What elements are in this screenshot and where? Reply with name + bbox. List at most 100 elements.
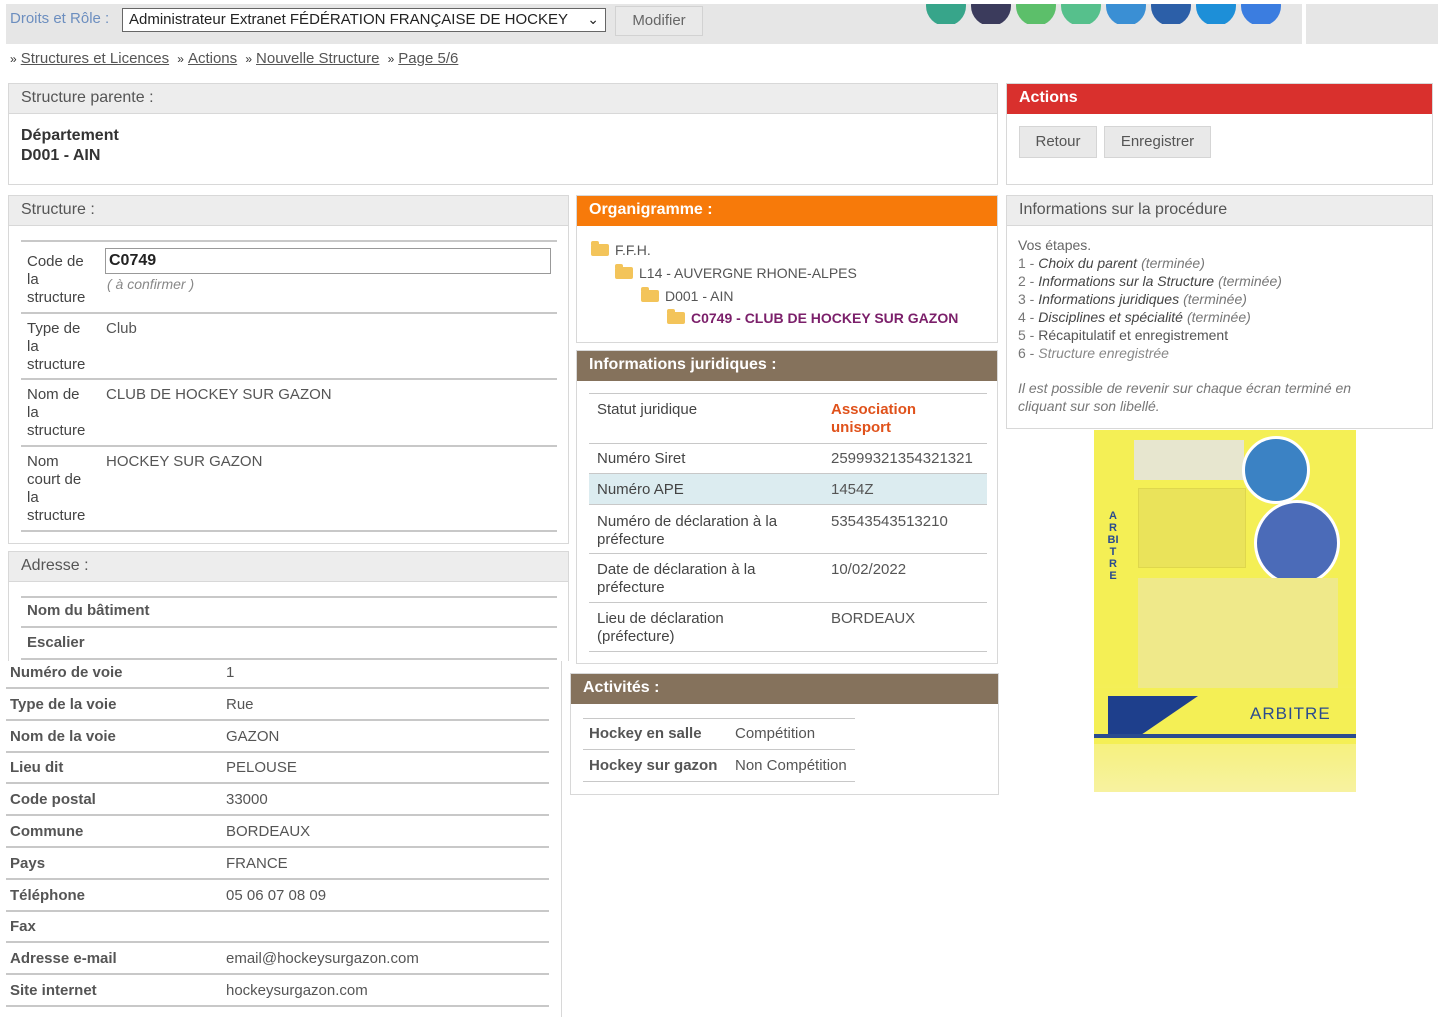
search-icon[interactable] (926, 4, 966, 24)
row-divider (583, 749, 855, 750)
org-item-label: C0749 - CLUB DE HOCKEY SUR GAZON (691, 310, 959, 326)
step-label: Informations juridiques (1038, 291, 1180, 307)
breadcrumb-page[interactable]: Page 5/6 (398, 50, 458, 67)
poster-footer-line (1094, 734, 1356, 738)
row-divider (583, 781, 855, 782)
row-divider (583, 718, 855, 719)
row-divider (21, 626, 557, 628)
address-field-label: Adresse e-mail (10, 950, 117, 967)
procedure-step[interactable]: 3 - Informations juridiques (terminée) (1018, 291, 1247, 307)
address-field-label: Pays (10, 855, 46, 872)
code-label: Code de la structure (27, 253, 86, 306)
address-title: Adresse : (9, 552, 568, 582)
address-field-value: 1 (226, 664, 235, 681)
declaration-number-label: Numéro de déclaration à la préfecture (597, 513, 778, 548)
row-divider (6, 1005, 549, 1007)
save-button[interactable]: Enregistrer (1104, 126, 1211, 158)
address-field-value: Rue (226, 696, 254, 713)
address-field-label: Lieu dit (10, 759, 64, 776)
activities-panel: Activités : Hockey en salle Compétition … (570, 673, 999, 795)
step-label: Récapitulatif et enregistrement (1038, 327, 1229, 343)
org-item-league[interactable]: L14 - AUVERGNE RHONE-ALPES (615, 264, 857, 281)
breadcrumb-new-structure[interactable]: Nouvelle Structure (256, 50, 379, 67)
breadcrumb-structures[interactable]: Structures et Licences (21, 50, 169, 67)
org-item-ffh[interactable]: F.F.H. (591, 241, 651, 258)
user-icon[interactable] (971, 4, 1011, 24)
address-field-label: Téléphone (10, 887, 86, 904)
stair-label: Escalier (27, 634, 85, 651)
actions-panel: Actions Retour Enregistrer (1006, 83, 1433, 185)
step-number: 5 - (1018, 327, 1039, 343)
role-select[interactable]: Administrateur Extranet FÉDÉRATION FRANÇ… (122, 8, 606, 32)
step-state: (terminée) (1141, 255, 1205, 271)
facebook-icon[interactable] (1151, 4, 1191, 24)
row-divider (21, 240, 557, 242)
address-field-value: FRANCE (226, 855, 288, 872)
actions-title: Actions (1007, 84, 1432, 114)
building-label: Nom du bâtiment (27, 602, 150, 619)
row-divider (6, 910, 549, 912)
address-field-value: GAZON (226, 728, 280, 745)
row-divider (21, 596, 557, 598)
step-number: 6 - (1018, 345, 1039, 361)
twitter-icon[interactable] (1196, 4, 1236, 24)
row-divider (21, 378, 557, 380)
name-value: CLUB DE HOCKEY SUR GAZON (106, 386, 332, 403)
poster-header-block (1134, 440, 1244, 480)
mail-icon[interactable] (1106, 4, 1146, 24)
row-divider (6, 973, 549, 975)
address-field-label: Commune (10, 823, 84, 840)
breadcrumb-separator: » (245, 52, 253, 66)
row-divider (21, 658, 557, 660)
org-item-club[interactable]: C0749 - CLUB DE HOCKEY SUR GAZON (667, 309, 959, 326)
poster-footer-title: ARBITRE (1250, 704, 1331, 723)
org-item-label: L14 - AUVERGNE RHONE-ALPES (639, 265, 857, 281)
procedure-step[interactable]: 2 - Informations sur la Structure (termin… (1018, 273, 1282, 289)
legal-panel: Informations juridiques : Statut juridiq… (576, 350, 998, 664)
step-state: (terminée) (1183, 291, 1247, 307)
poster-image[interactable]: ARBITRE ARBITRE (1094, 430, 1356, 792)
settings-icon[interactable] (1061, 4, 1101, 24)
row-divider (6, 878, 549, 880)
row-divider (6, 941, 549, 943)
modify-button[interactable]: Modifier (615, 6, 703, 36)
parent-structure-title: Structure parente : (9, 84, 997, 114)
role-select-value: Administrateur Extranet FÉDÉRATION FRANÇ… (129, 11, 568, 28)
org-item-department[interactable]: D001 - AIN (641, 287, 733, 304)
declaration-number-value: 53543543513210 (831, 513, 948, 530)
address-field-label: Type de la voie (10, 696, 117, 713)
step-number: 4 - (1018, 309, 1039, 325)
procedure-step[interactable]: 4 - Disciplines et spécialité (terminée) (1018, 309, 1251, 325)
instagram-icon[interactable] (1241, 4, 1281, 24)
ape-value: 1454Z (831, 481, 874, 498)
activity-value: Compétition (735, 725, 816, 742)
shop-icon[interactable] (1016, 4, 1056, 24)
row-divider (589, 553, 987, 554)
siret-label: Numéro Siret (597, 450, 686, 467)
procedure-step[interactable]: 6 - Structure enregistrée (1018, 345, 1173, 361)
folder-icon (615, 264, 633, 279)
top-bar-right (1306, 4, 1438, 44)
code-hint: ( à confirmer ) (107, 276, 195, 292)
procedure-step[interactable]: 5 - Récapitulatif et enregistrement (1018, 327, 1232, 343)
ape-label: Numéro APE (597, 481, 684, 498)
step-number: 3 - (1018, 291, 1039, 307)
address-field-value: email@hockeysurgazon.com (226, 950, 419, 967)
short-name-label: Nom court de la structure (27, 453, 86, 524)
legal-title: Informations juridiques : (577, 351, 997, 381)
procedure-step[interactable]: 1 - Choix du parent (terminée) (1018, 255, 1205, 271)
address-field-label: Fax (10, 918, 36, 935)
folder-icon (641, 287, 659, 302)
row-divider (6, 687, 549, 689)
poster-text-block (1138, 578, 1338, 688)
code-input[interactable]: C0749 (105, 248, 551, 274)
back-button[interactable]: Retour (1019, 126, 1097, 158)
activity-label: Hockey sur gazon (589, 757, 718, 774)
row-divider (589, 393, 987, 394)
short-name-value: HOCKEY SUR GAZON (106, 453, 263, 470)
structure-title: Structure : (9, 196, 568, 226)
breadcrumb-actions[interactable]: Actions (188, 50, 237, 67)
statut-label: Statut juridique (597, 401, 698, 418)
breadcrumb-separator: » (387, 52, 395, 66)
parent-structure-panel: Structure parente : Département D001 - A… (8, 83, 998, 185)
